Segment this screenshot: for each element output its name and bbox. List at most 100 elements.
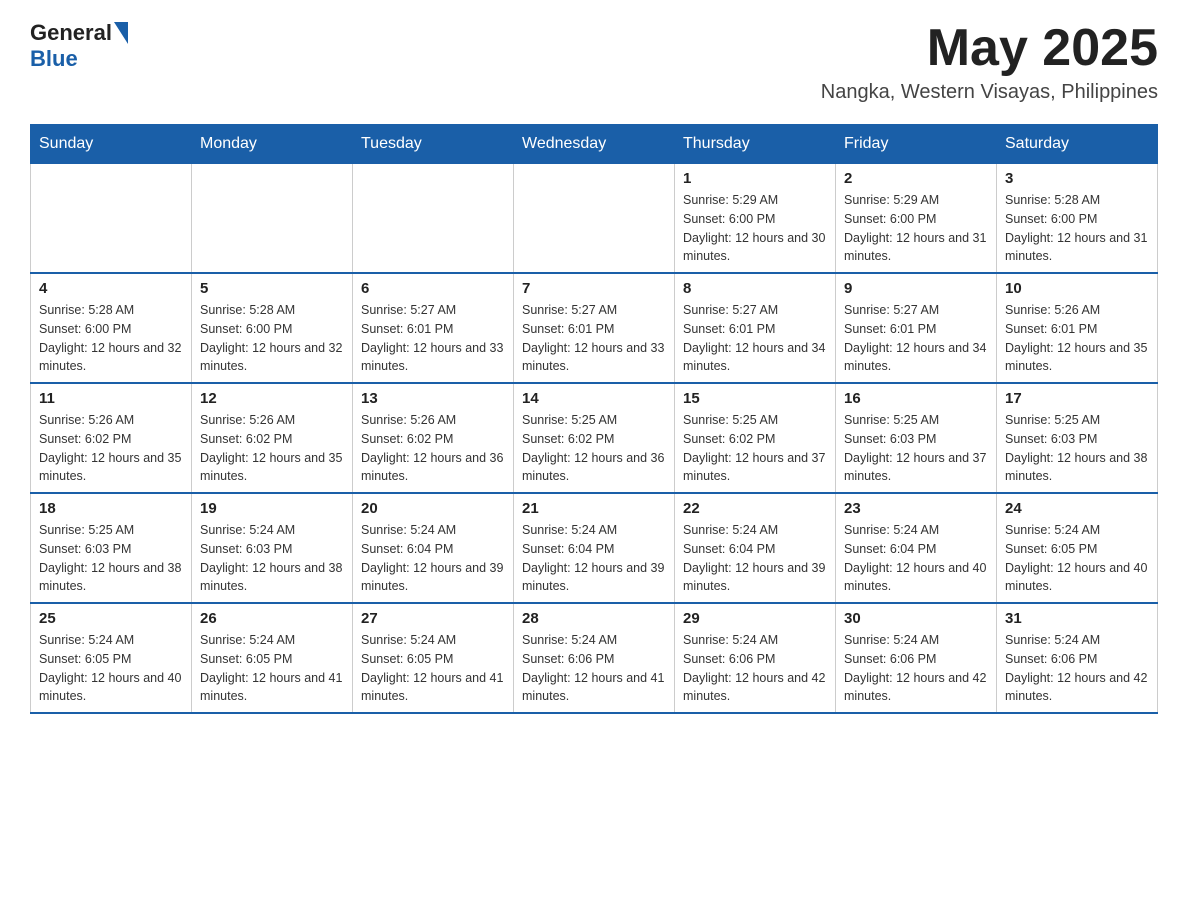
day-number: 5 bbox=[200, 280, 344, 297]
day-number: 26 bbox=[200, 610, 344, 627]
calendar-cell: 26 Sunrise: 5:24 AMSunset: 6:05 PMDayligh… bbox=[192, 603, 353, 713]
calendar-cell bbox=[192, 164, 353, 274]
calendar-cell: 24Sunrise: 5:24 AMSunset: 6:05 PMDayligh… bbox=[997, 493, 1158, 603]
day-number: 15 bbox=[683, 390, 827, 407]
day-info: Sunrise: 5:27 AMSunset: 6:01 PMDaylight:… bbox=[844, 301, 988, 376]
day-info: Sunrise: 5:25 AMSunset: 6:03 PMDaylight:… bbox=[39, 521, 183, 596]
calendar-cell: 14 Sunrise: 5:25 AMSunset: 6:02 PMDayligh… bbox=[514, 383, 675, 493]
calendar-cell: 8 Sunrise: 5:27 AMSunset: 6:01 PMDaylight… bbox=[675, 273, 836, 383]
logo-blue: Blue bbox=[30, 46, 78, 71]
day-number: 19 bbox=[200, 500, 344, 517]
calendar-week-3: 11Sunrise: 5:26 AMSunset: 6:02 PMDayligh… bbox=[31, 383, 1158, 493]
logo-general: General bbox=[30, 20, 112, 46]
day-number: 17 bbox=[1005, 390, 1149, 407]
logo: General Blue bbox=[30, 20, 130, 72]
calendar-cell bbox=[31, 164, 192, 274]
day-number: 22 bbox=[683, 500, 827, 517]
calendar-cell: 7 Sunrise: 5:27 AMSunset: 6:01 PMDaylight… bbox=[514, 273, 675, 383]
calendar-cell: 11Sunrise: 5:26 AMSunset: 6:02 PMDayligh… bbox=[31, 383, 192, 493]
day-number: 18 bbox=[39, 500, 183, 517]
day-number: 12 bbox=[200, 390, 344, 407]
calendar-cell: 2 Sunrise: 5:29 AMSunset: 6:00 PMDaylight… bbox=[836, 164, 997, 274]
day-number: 30 bbox=[844, 610, 988, 627]
calendar-cell: 15 Sunrise: 5:25 AMSunset: 6:02 PMDayligh… bbox=[675, 383, 836, 493]
calendar-header-tuesday: Tuesday bbox=[353, 125, 514, 164]
day-info: Sunrise: 5:24 AMSunset: 6:05 PMDaylight:… bbox=[200, 631, 344, 706]
day-number: 1 bbox=[683, 170, 827, 187]
day-number: 14 bbox=[522, 390, 666, 407]
day-number: 25 bbox=[39, 610, 183, 627]
day-info: Sunrise: 5:28 AMSunset: 6:00 PMDaylight:… bbox=[39, 301, 183, 376]
day-info: Sunrise: 5:26 AMSunset: 6:02 PMDaylight:… bbox=[39, 411, 183, 486]
calendar-cell: 21 Sunrise: 5:24 AMSunset: 6:04 PMDayligh… bbox=[514, 493, 675, 603]
day-info: Sunrise: 5:24 AMSunset: 6:03 PMDaylight:… bbox=[200, 521, 344, 596]
logo-triangle-icon bbox=[114, 22, 128, 44]
day-number: 3 bbox=[1005, 170, 1149, 187]
calendar-cell: 27 Sunrise: 5:24 AMSunset: 6:05 PMDayligh… bbox=[353, 603, 514, 713]
header-right: May 2025 Nangka, Western Visayas, Philip… bbox=[821, 20, 1158, 104]
day-info: Sunrise: 5:29 AMSunset: 6:00 PMDaylight:… bbox=[844, 191, 988, 266]
calendar-cell: 22 Sunrise: 5:24 AMSunset: 6:04 PMDayligh… bbox=[675, 493, 836, 603]
day-info: Sunrise: 5:24 AMSunset: 6:05 PMDaylight:… bbox=[361, 631, 505, 706]
day-info: Sunrise: 5:25 AMSunset: 6:03 PMDaylight:… bbox=[1005, 411, 1149, 486]
day-number: 9 bbox=[844, 280, 988, 297]
day-info: Sunrise: 5:24 AMSunset: 6:04 PMDaylight:… bbox=[361, 521, 505, 596]
calendar-cell: 5Sunrise: 5:28 AMSunset: 6:00 PMDaylight… bbox=[192, 273, 353, 383]
day-number: 31 bbox=[1005, 610, 1149, 627]
calendar-cell: 30 Sunrise: 5:24 AMSunset: 6:06 PMDayligh… bbox=[836, 603, 997, 713]
calendar-cell: 31Sunrise: 5:24 AMSunset: 6:06 PMDayligh… bbox=[997, 603, 1158, 713]
day-info: Sunrise: 5:28 AMSunset: 6:00 PMDaylight:… bbox=[1005, 191, 1149, 266]
calendar-cell: 12 Sunrise: 5:26 AMSunset: 6:02 PMDayligh… bbox=[192, 383, 353, 493]
day-info: Sunrise: 5:24 AMSunset: 6:06 PMDaylight:… bbox=[844, 631, 988, 706]
calendar-cell: 16Sunrise: 5:25 AMSunset: 6:03 PMDayligh… bbox=[836, 383, 997, 493]
day-info: Sunrise: 5:25 AMSunset: 6:02 PMDaylight:… bbox=[683, 411, 827, 486]
calendar-week-1: 1 Sunrise: 5:29 AMSunset: 6:00 PMDaylight… bbox=[31, 164, 1158, 274]
day-info: Sunrise: 5:24 AMSunset: 6:04 PMDaylight:… bbox=[844, 521, 988, 596]
calendar-cell: 23Sunrise: 5:24 AMSunset: 6:04 PMDayligh… bbox=[836, 493, 997, 603]
day-info: Sunrise: 5:24 AMSunset: 6:05 PMDaylight:… bbox=[1005, 521, 1149, 596]
calendar-cell bbox=[353, 164, 514, 274]
calendar-cell: 13Sunrise: 5:26 AMSunset: 6:02 PMDayligh… bbox=[353, 383, 514, 493]
location: Nangka, Western Visayas, Philippines bbox=[821, 81, 1158, 104]
day-number: 29 bbox=[683, 610, 827, 627]
month-title: May 2025 bbox=[821, 20, 1158, 77]
calendar-header-monday: Monday bbox=[192, 125, 353, 164]
day-info: Sunrise: 5:26 AMSunset: 6:01 PMDaylight:… bbox=[1005, 301, 1149, 376]
calendar-cell: 10 Sunrise: 5:26 AMSunset: 6:01 PMDayligh… bbox=[997, 273, 1158, 383]
day-number: 2 bbox=[844, 170, 988, 187]
calendar-table: SundayMondayTuesdayWednesdayThursdayFrid… bbox=[30, 124, 1158, 714]
day-info: Sunrise: 5:24 AMSunset: 6:06 PMDaylight:… bbox=[683, 631, 827, 706]
calendar-cell: 9 Sunrise: 5:27 AMSunset: 6:01 PMDaylight… bbox=[836, 273, 997, 383]
day-number: 21 bbox=[522, 500, 666, 517]
day-info: Sunrise: 5:26 AMSunset: 6:02 PMDaylight:… bbox=[200, 411, 344, 486]
day-number: 8 bbox=[683, 280, 827, 297]
day-number: 6 bbox=[361, 280, 505, 297]
day-info: Sunrise: 5:24 AMSunset: 6:04 PMDaylight:… bbox=[522, 521, 666, 596]
calendar-cell: 6 Sunrise: 5:27 AMSunset: 6:01 PMDaylight… bbox=[353, 273, 514, 383]
day-info: Sunrise: 5:27 AMSunset: 6:01 PMDaylight:… bbox=[683, 301, 827, 376]
calendar-week-4: 18 Sunrise: 5:25 AMSunset: 6:03 PMDayligh… bbox=[31, 493, 1158, 603]
calendar-cell: 25 Sunrise: 5:24 AMSunset: 6:05 PMDayligh… bbox=[31, 603, 192, 713]
calendar-cell bbox=[514, 164, 675, 274]
calendar-header-sunday: Sunday bbox=[31, 125, 192, 164]
calendar-cell: 28Sunrise: 5:24 AMSunset: 6:06 PMDayligh… bbox=[514, 603, 675, 713]
calendar-week-2: 4Sunrise: 5:28 AMSunset: 6:00 PMDaylight… bbox=[31, 273, 1158, 383]
day-number: 7 bbox=[522, 280, 666, 297]
day-info: Sunrise: 5:26 AMSunset: 6:02 PMDaylight:… bbox=[361, 411, 505, 486]
page-header: General Blue May 2025 Nangka, Western Vi… bbox=[30, 20, 1158, 104]
calendar-header-row: SundayMondayTuesdayWednesdayThursdayFrid… bbox=[31, 125, 1158, 164]
day-number: 27 bbox=[361, 610, 505, 627]
calendar-cell: 4Sunrise: 5:28 AMSunset: 6:00 PMDaylight… bbox=[31, 273, 192, 383]
calendar-week-5: 25 Sunrise: 5:24 AMSunset: 6:05 PMDayligh… bbox=[31, 603, 1158, 713]
day-info: Sunrise: 5:25 AMSunset: 6:02 PMDaylight:… bbox=[522, 411, 666, 486]
day-info: Sunrise: 5:27 AMSunset: 6:01 PMDaylight:… bbox=[361, 301, 505, 376]
day-number: 10 bbox=[1005, 280, 1149, 297]
calendar-cell: 20Sunrise: 5:24 AMSunset: 6:04 PMDayligh… bbox=[353, 493, 514, 603]
calendar-header-wednesday: Wednesday bbox=[514, 125, 675, 164]
day-info: Sunrise: 5:24 AMSunset: 6:04 PMDaylight:… bbox=[683, 521, 827, 596]
day-number: 16 bbox=[844, 390, 988, 407]
day-info: Sunrise: 5:24 AMSunset: 6:05 PMDaylight:… bbox=[39, 631, 183, 706]
calendar-cell: 17 Sunrise: 5:25 AMSunset: 6:03 PMDayligh… bbox=[997, 383, 1158, 493]
day-info: Sunrise: 5:27 AMSunset: 6:01 PMDaylight:… bbox=[522, 301, 666, 376]
calendar-cell: 3 Sunrise: 5:28 AMSunset: 6:00 PMDaylight… bbox=[997, 164, 1158, 274]
